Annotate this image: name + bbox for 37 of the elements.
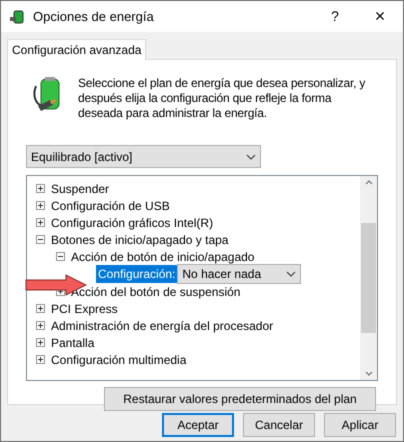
setting-label[interactable]: Configuración: <box>96 265 178 283</box>
dialog-button[interactable]: Aceptar <box>162 413 234 437</box>
chevron-up-icon[interactable] <box>364 180 372 185</box>
dialog-button[interactable]: Cancelar <box>243 413 315 437</box>
help-button[interactable]: ? <box>313 6 357 27</box>
plan-dropdown[interactable]: Equilibrado [activo] <box>26 145 261 168</box>
expand-icon[interactable] <box>36 218 45 227</box>
tab[interactable]: Configuración avanzada <box>7 39 146 60</box>
tree-item[interactable]: Configuración de USB <box>51 196 170 214</box>
expand-icon[interactable] <box>36 184 45 193</box>
expand-icon[interactable] <box>36 355 45 364</box>
description: Seleccione el plan de energía que desea personalizar, y después elija la configuración que refleje la forma deseada para administrar la energía. <box>78 76 366 121</box>
setting-dropdown[interactable]: No hacer nada <box>177 264 302 284</box>
expand-icon[interactable] <box>36 321 45 330</box>
scrollbar-thumb[interactable] <box>361 223 376 333</box>
dialog-button[interactable]: Aplicar <box>324 413 396 437</box>
tree-item[interactable]: PCI Express <box>51 300 118 318</box>
collapse-icon[interactable] <box>36 235 45 244</box>
expand-icon[interactable] <box>36 201 45 210</box>
close-button[interactable]: × <box>357 3 403 30</box>
tree-item[interactable]: Botones de inicio/apagado y tapa <box>51 230 228 248</box>
collapse-icon[interactable] <box>56 252 65 261</box>
chevron-down-icon <box>286 271 296 277</box>
battery-plug-icon <box>9 8 25 24</box>
expand-icon[interactable] <box>36 338 45 347</box>
expand-icon[interactable] <box>36 304 45 313</box>
tree-item[interactable]: Pantalla <box>51 334 94 352</box>
chevron-down-icon <box>246 154 256 160</box>
restore-defaults-button[interactable]: Restaurar valores predeterminados del plan <box>104 387 376 411</box>
scrollbar[interactable] <box>360 176 377 380</box>
chevron-down-icon[interactable] <box>364 371 372 376</box>
tree-item[interactable]: Administración de energía del procesador <box>51 316 274 334</box>
tree-item[interactable]: Suspender <box>51 180 110 198</box>
tree-item[interactable]: Configuración multimedia <box>51 350 186 368</box>
tree-item[interactable]: Acción de botón de inicio/apagado <box>71 248 254 266</box>
window-title: Opciones de energía <box>33 8 154 26</box>
tree-item[interactable]: Configuración gráficos Intel(R) <box>51 214 214 232</box>
